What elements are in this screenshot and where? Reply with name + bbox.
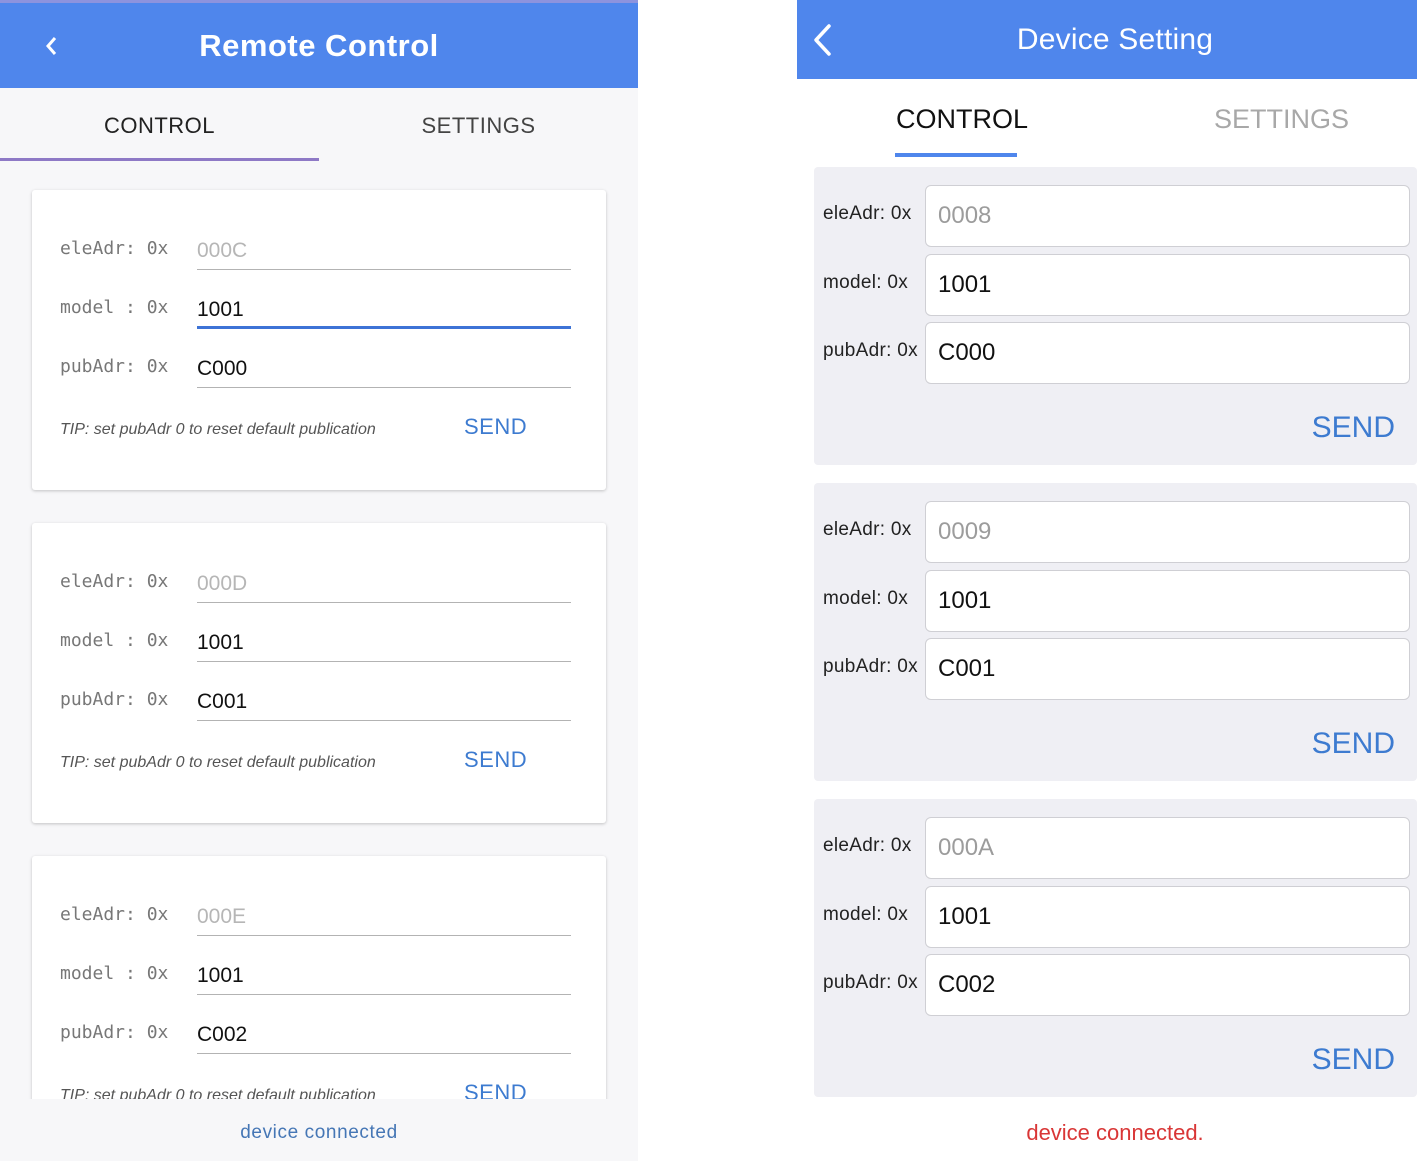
pub-adr-row: pubAdr: 0x C000 [814, 322, 1417, 384]
model-field[interactable]: 1001 [925, 254, 1410, 316]
pub-adr-field[interactable]: C000 [197, 348, 571, 388]
model-label: model : 0x [60, 963, 169, 984]
pub-adr-row: pubAdr: 0x C002 [60, 1014, 572, 1054]
model-label: model: 0x [823, 272, 909, 293]
model-card: eleAdr: 0x 0008 model: 0x 1001 pubAdr: 0… [814, 167, 1417, 465]
nav-bar: Device Setting [797, 0, 1417, 79]
remote-control-screen: Remote Control CONTROL SETTINGS eleAdr: … [0, 0, 638, 1161]
back-button[interactable] [38, 31, 64, 61]
pub-adr-label: pubAdr: 0x [60, 356, 169, 377]
ele-adr-label: eleAdr: 0x [60, 238, 169, 259]
ele-adr-field[interactable]: 0009 [925, 501, 1410, 563]
tab-settings[interactable]: SETTINGS [319, 88, 638, 160]
pub-adr-label: pubAdr: 0x [823, 340, 918, 361]
model-row: model: 0x 1001 [814, 886, 1417, 948]
model-row: model : 0x 1001 [60, 289, 572, 329]
model-card: eleAdr: 0x 000D model : 0x 1001 pubAdr: … [32, 523, 606, 823]
pub-adr-field[interactable]: C000 [925, 322, 1410, 384]
card-list[interactable]: eleAdr: 0x 000C model : 0x 1001 pubAdr: … [0, 162, 638, 1099]
ele-adr-label: eleAdr: 0x [60, 571, 169, 592]
pub-adr-field[interactable]: C002 [197, 1014, 571, 1054]
tab-indicator [895, 153, 1017, 157]
pub-adr-label: pubAdr: 0x [60, 689, 169, 710]
ele-adr-row: eleAdr: 0x 000D [60, 563, 572, 603]
back-button[interactable] [809, 20, 837, 60]
pub-adr-label: pubAdr: 0x [60, 1022, 169, 1043]
ele-adr-row: eleAdr: 0x 0009 [814, 501, 1417, 563]
send-button[interactable]: SEND [1312, 411, 1395, 445]
model-label: model : 0x [60, 297, 169, 318]
ele-adr-row: eleAdr: 0x 000A [814, 817, 1417, 879]
page-title: Remote Control [199, 28, 439, 63]
tab-bar: CONTROL SETTINGS [0, 88, 638, 162]
model-field[interactable]: 1001 [197, 289, 571, 329]
connection-status: device connected. [1026, 1120, 1204, 1145]
send-button[interactable]: SEND [464, 747, 527, 773]
pub-adr-label: pubAdr: 0x [823, 656, 918, 677]
pub-adr-row: pubAdr: 0x C002 [814, 954, 1417, 1016]
tab-indicator [0, 158, 319, 161]
model-field[interactable]: 1001 [197, 955, 571, 995]
connection-status: device connected [240, 1122, 398, 1143]
app-bar: Remote Control [0, 3, 638, 88]
model-label: model: 0x [823, 588, 909, 609]
ele-adr-field[interactable]: 000A [925, 817, 1410, 879]
ele-adr-field[interactable]: 000C [197, 230, 571, 270]
model-row: model: 0x 1001 [814, 570, 1417, 632]
tip-text: TIP: set pubAdr 0 to reset default publi… [60, 1087, 376, 1099]
pub-adr-row: pubAdr: 0x C000 [60, 348, 572, 388]
ele-adr-label: eleAdr: 0x [823, 203, 912, 224]
ele-adr-row: eleAdr: 0x 0008 [814, 185, 1417, 247]
tip-text: TIP: set pubAdr 0 to reset default publi… [60, 421, 376, 438]
model-field[interactable]: 1001 [925, 886, 1410, 948]
pub-adr-field[interactable]: C001 [197, 681, 571, 721]
ele-adr-label: eleAdr: 0x [823, 835, 912, 856]
ele-adr-row: eleAdr: 0x 000E [60, 896, 572, 936]
model-label: model : 0x [60, 630, 169, 651]
pub-adr-field[interactable]: C001 [925, 638, 1410, 700]
pub-adr-row: pubAdr: 0x C001 [60, 681, 572, 721]
ele-adr-field[interactable]: 000E [197, 896, 571, 936]
model-card: eleAdr: 0x 000C model : 0x 1001 pubAdr: … [32, 190, 606, 490]
tip-text: TIP: set pubAdr 0 to reset default publi… [60, 754, 376, 771]
tab-settings[interactable]: SETTINGS [1214, 97, 1349, 141]
send-button[interactable]: SEND [464, 414, 527, 440]
model-card: eleAdr: 0x 000A model: 0x 1001 pubAdr: 0… [814, 799, 1417, 1097]
device-setting-screen: Device Setting CONTROL SETTINGS eleAdr: … [797, 0, 1417, 1161]
chevron-left-icon [46, 37, 57, 55]
tab-control[interactable]: CONTROL [896, 97, 1028, 141]
ele-adr-label: eleAdr: 0x [60, 904, 169, 925]
chevron-left-icon [814, 24, 831, 56]
model-card: eleAdr: 0x 000E model : 0x 1001 pubAdr: … [32, 856, 606, 1099]
model-row: model : 0x 1001 [60, 955, 572, 995]
pub-adr-label: pubAdr: 0x [823, 972, 918, 993]
model-label: model: 0x [823, 904, 909, 925]
model-row: model : 0x 1001 [60, 622, 572, 662]
model-field[interactable]: 1001 [925, 570, 1410, 632]
ele-adr-field[interactable]: 000D [197, 563, 571, 603]
model-row: model: 0x 1001 [814, 254, 1417, 316]
tab-control[interactable]: CONTROL [0, 88, 319, 160]
send-button[interactable]: SEND [1312, 1043, 1395, 1077]
pub-adr-row: pubAdr: 0x C001 [814, 638, 1417, 700]
ele-adr-row: eleAdr: 0x 000C [60, 230, 572, 270]
send-button[interactable]: SEND [1312, 727, 1395, 761]
page-title: Device Setting [1016, 23, 1214, 56]
pub-adr-field[interactable]: C002 [925, 954, 1410, 1016]
ele-adr-label: eleAdr: 0x [823, 519, 912, 540]
model-card: eleAdr: 0x 0009 model: 0x 1001 pubAdr: 0… [814, 483, 1417, 781]
send-button[interactable]: SEND [464, 1080, 527, 1099]
model-field[interactable]: 1001 [197, 622, 571, 662]
ele-adr-field[interactable]: 0008 [925, 185, 1410, 247]
